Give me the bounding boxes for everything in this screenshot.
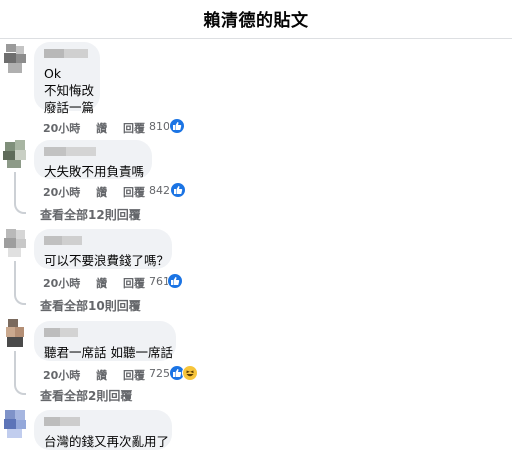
reply-thread-line: [14, 351, 26, 395]
avatar[interactable]: [2, 140, 28, 170]
comment-text: 可以不要浪費錢了嗎？: [44, 253, 170, 268]
haha-icon: [182, 365, 198, 381]
comment-bubble: Ok 不知悔改 廢話一篇: [34, 42, 100, 115]
comment-bubble: 可以不要浪費錢了嗎？: [34, 229, 172, 269]
like-icon: [167, 273, 183, 289]
view-replies-link[interactable]: 查看全部2則回覆: [40, 387, 132, 404]
avatar[interactable]: [2, 410, 28, 440]
avatar[interactable]: [2, 44, 28, 74]
comment-meta: 20小時 讚 回覆: [43, 275, 157, 291]
comment-time[interactable]: 20小時: [43, 277, 80, 290]
reply-button[interactable]: 回覆: [123, 369, 145, 382]
comment-time[interactable]: 20小時: [43, 122, 80, 135]
comment-text: 大失敗不用負責嗎: [44, 164, 145, 179]
comment-bubble: 大失敗不用負責嗎: [34, 140, 152, 179]
view-replies-link[interactable]: 查看全部10則回覆: [40, 297, 141, 314]
page-title: 賴清德的貼文: [203, 11, 309, 31]
comment-bubble: 聽君一席話 如聽一席話: [34, 321, 176, 361]
reaction-count[interactable]: 810: [149, 120, 170, 133]
comment-time[interactable]: 20小時: [43, 186, 80, 199]
avatar[interactable]: [2, 229, 28, 259]
comment-meta: 20小時 讚 回覆: [43, 184, 157, 200]
like-button[interactable]: 讚: [96, 122, 107, 135]
commenter-name-blurred[interactable]: [44, 328, 166, 340]
post-header: 賴清德的貼文: [0, 0, 512, 39]
comment-text: Ok: [44, 66, 62, 81]
reaction-count[interactable]: 842: [149, 184, 170, 197]
reply-button[interactable]: 回覆: [123, 122, 145, 135]
commenter-name-blurred[interactable]: [44, 147, 142, 159]
like-icon: [169, 118, 185, 134]
reaction-count-number: 810: [149, 120, 170, 133]
reaction-count-number: 725: [149, 367, 170, 380]
reply-button[interactable]: 回覆: [123, 186, 145, 199]
avatar[interactable]: [2, 319, 28, 349]
commenter-name-blurred[interactable]: [44, 49, 90, 61]
comment-time[interactable]: 20小時: [43, 369, 80, 382]
comment-meta: 20小時 讚 回覆: [43, 120, 157, 136]
like-icon: [170, 182, 186, 198]
comment-text: 聽君一席話 如聽一席話: [44, 345, 173, 360]
comment-text: 不知悔改: [44, 83, 95, 98]
commenter-name-blurred[interactable]: [44, 417, 162, 429]
like-button[interactable]: 讚: [96, 186, 107, 199]
reply-thread-line: [14, 261, 26, 305]
comment-bubble: 台灣的錢又再次亂用了: [34, 410, 172, 450]
comment-text: 台灣的錢又再次亂用了: [44, 434, 170, 449]
like-button[interactable]: 讚: [96, 277, 107, 290]
reply-thread-line: [14, 172, 26, 214]
like-button[interactable]: 讚: [96, 369, 107, 382]
view-replies-link[interactable]: 查看全部12則回覆: [40, 206, 141, 223]
reaction-count-number: 842: [149, 184, 170, 197]
reaction-count[interactable]: 725: [149, 367, 170, 380]
commenter-name-blurred[interactable]: [44, 236, 162, 248]
reply-button[interactable]: 回覆: [123, 277, 145, 290]
comment-meta: 20小時 讚 回覆: [43, 367, 157, 383]
comment-text: 廢話一篇: [44, 100, 95, 115]
